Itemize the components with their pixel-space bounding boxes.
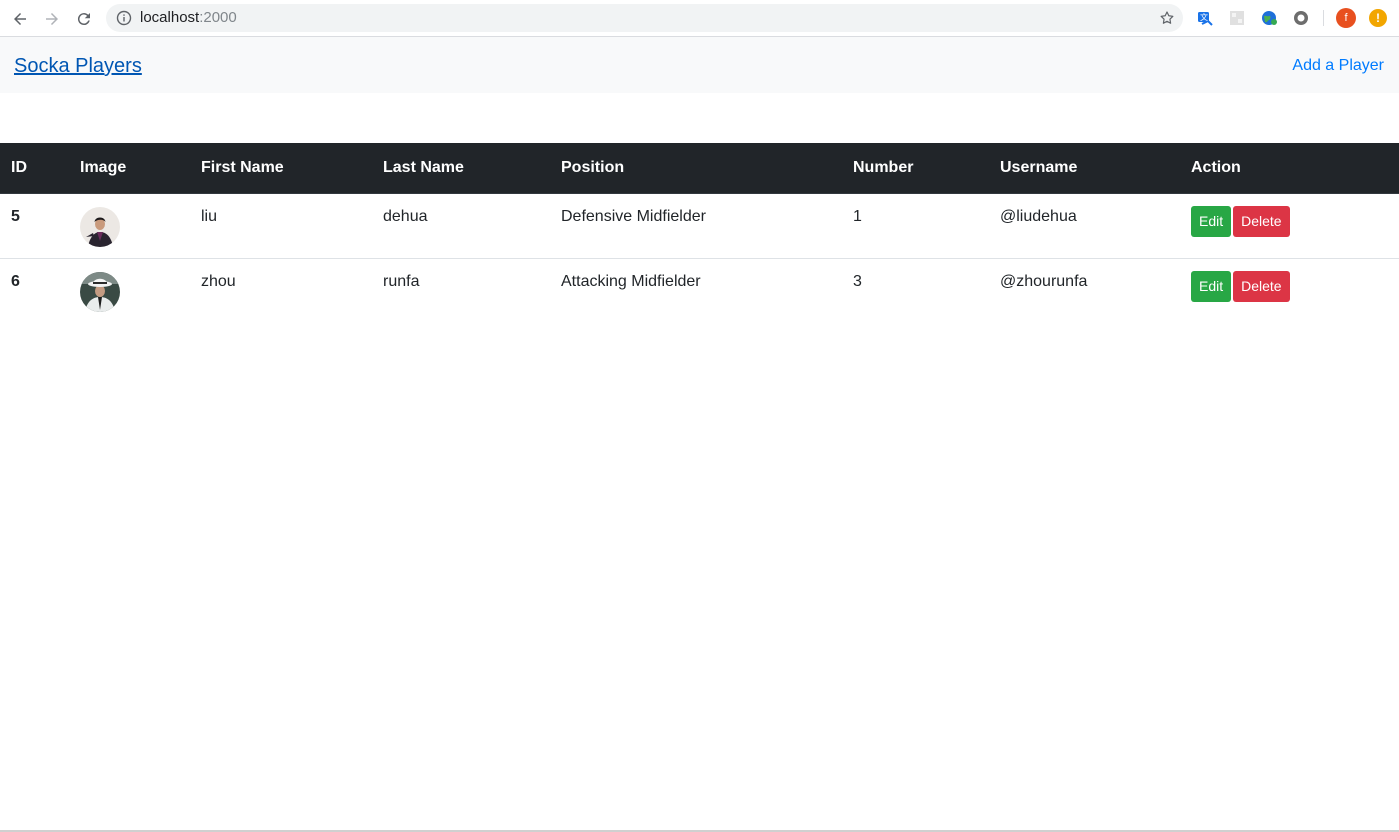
player-number: 1 — [853, 207, 862, 225]
extension-grid-icon[interactable] — [1228, 9, 1246, 27]
table-row: 6 zhou runfa Attacking Midfielder 3 @zho… — [0, 257, 1399, 323]
delete-button[interactable]: Delete — [1233, 270, 1290, 302]
header-number: Number — [842, 143, 989, 194]
reload-button[interactable] — [72, 7, 96, 31]
url-port: :2000 — [199, 9, 237, 26]
extension-translate-icon[interactable]: 文 — [1196, 9, 1214, 27]
app-navbar: Socka Players Add a Player — [0, 37, 1399, 93]
add-player-link[interactable]: Add a Player — [1292, 55, 1384, 77]
url-text: localhost:2000 — [140, 10, 237, 26]
forward-button[interactable] — [40, 7, 64, 31]
player-position: Attacking Midfielder — [550, 257, 842, 323]
player-avatar — [80, 206, 120, 247]
forward-arrow-icon — [46, 13, 58, 25]
table-header-row: ID Image First Name Last Name Position N… — [0, 143, 1399, 194]
extension-circle-icon[interactable] — [1292, 9, 1310, 27]
player-username: @liudehua — [1000, 207, 1077, 225]
player-id: 5 — [11, 207, 20, 225]
header-username: Username — [989, 143, 1180, 194]
player-image-cell — [69, 257, 190, 323]
player-actions: Edit Delete — [1180, 257, 1399, 323]
players-table: ID Image First Name Last Name Position N… — [0, 143, 1399, 323]
table-row: 5 liu dehua Defensive Midfielder 1 @liud… — [0, 193, 1399, 258]
player-actions: Edit Delete — [1180, 193, 1399, 258]
address-bar[interactable]: localhost:2000 — [106, 4, 1183, 32]
header-last-name: Last Name — [372, 143, 550, 194]
player-last-name: runfa — [372, 257, 550, 323]
header-first-name: First Name — [190, 143, 372, 194]
extension-globe-icon[interactable] — [1260, 9, 1278, 27]
player-position: Defensive Midfielder — [561, 207, 706, 225]
toolbar-divider — [1323, 10, 1324, 26]
header-image: Image — [69, 143, 190, 194]
back-button[interactable] — [8, 7, 32, 31]
bookmark-star-icon[interactable] — [1159, 10, 1175, 26]
profile-avatar-icon[interactable]: f — [1336, 8, 1356, 28]
reload-icon — [77, 13, 90, 26]
url-host: localhost — [140, 9, 200, 26]
header-position: Position — [550, 143, 842, 194]
player-last-name: dehua — [383, 207, 428, 225]
delete-button[interactable]: Delete — [1233, 205, 1290, 237]
edit-button[interactable]: Edit — [1191, 205, 1232, 237]
back-arrow-icon — [14, 13, 26, 25]
edit-button[interactable]: Edit — [1191, 270, 1232, 302]
player-avatar — [80, 271, 120, 312]
player-id: 6 — [0, 257, 69, 323]
player-first-name: liu — [201, 207, 218, 225]
player-image-cell — [69, 193, 190, 258]
header-id: ID — [0, 143, 69, 194]
browser-toolbar: localhost:2000 文 f ! — [0, 0, 1399, 37]
update-alert-icon[interactable]: ! — [1369, 9, 1387, 27]
brand-link[interactable]: Socka Players — [14, 53, 142, 79]
player-username: @zhourunfa — [989, 257, 1180, 323]
player-first-name: zhou — [190, 257, 372, 323]
svg-text:文: 文 — [1200, 12, 1208, 22]
header-action: Action — [1180, 143, 1399, 194]
info-icon[interactable] — [116, 10, 132, 26]
player-number: 3 — [842, 257, 989, 323]
